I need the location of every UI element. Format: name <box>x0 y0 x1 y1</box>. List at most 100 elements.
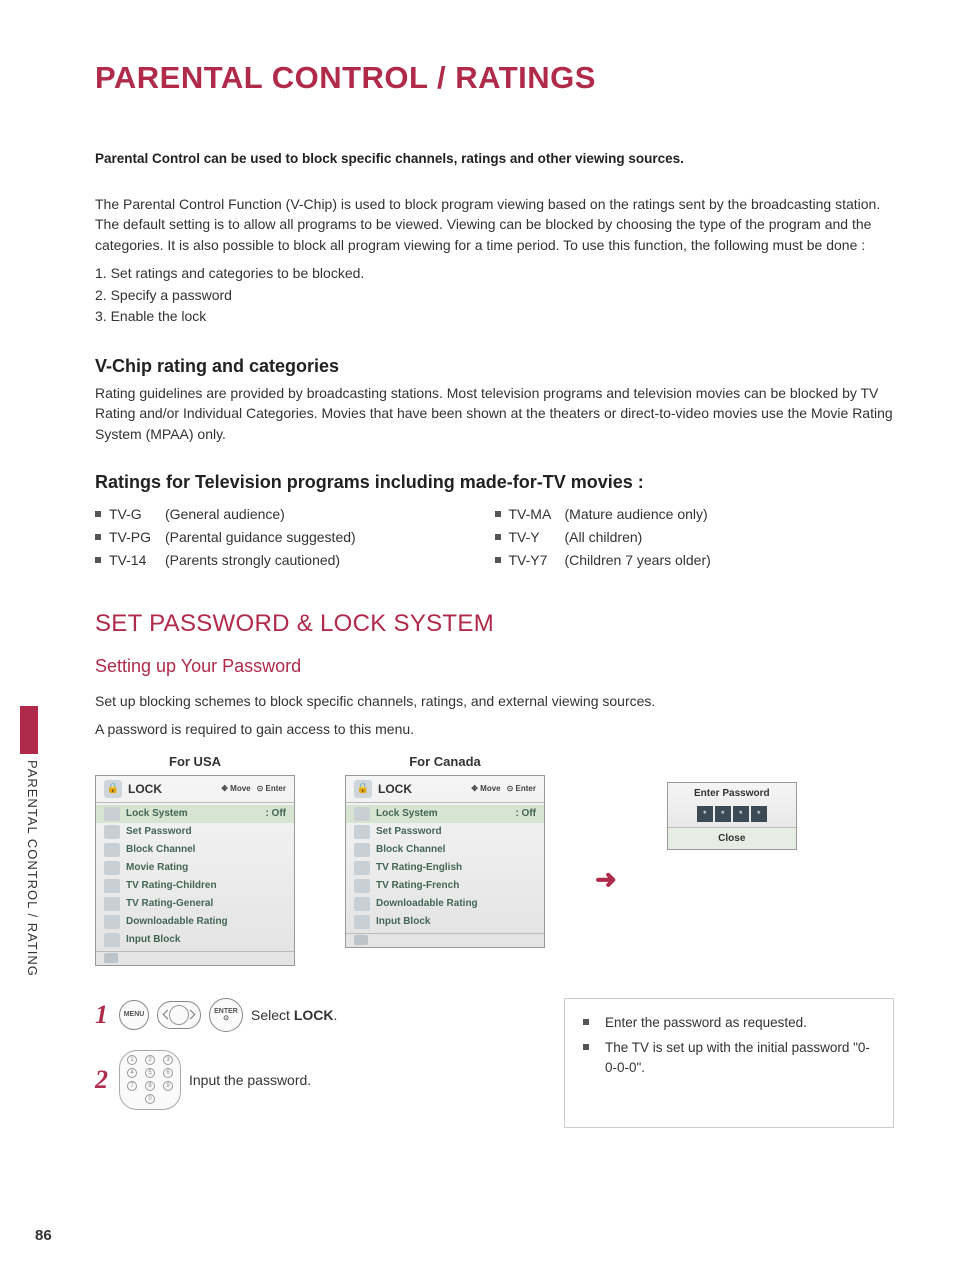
menu-item-label: TV Rating-French <box>376 880 459 891</box>
menu-item-label: Downloadable Rating <box>376 898 478 909</box>
rating-item: TV-14(Parents strongly cautioned) <box>95 549 495 572</box>
setting-up-password-heading: Setting up Your Password <box>95 656 894 677</box>
menu-item-value: : Off <box>515 808 536 819</box>
set-pw-para2: A password is required to gain access to… <box>95 719 894 739</box>
menu-item-value: : Off <box>265 808 286 819</box>
panel-menu-item[interactable]: Movie Rating <box>96 859 294 877</box>
menu-item-icon <box>354 879 370 893</box>
enter-button-icon: ENTER⊙ <box>209 998 243 1032</box>
intro-bold: Parental Control can be used to block sp… <box>95 151 894 166</box>
password-fields: * * * * <box>668 804 796 827</box>
step-item: 1. Set ratings and categories to be bloc… <box>95 263 894 285</box>
page-title: PARENTAL CONTROL / RATINGS <box>95 60 894 96</box>
menu-item-label: TV Rating-General <box>126 898 213 909</box>
step-number: 2 <box>95 1065 111 1095</box>
menu-item-label: Movie Rating <box>126 862 188 873</box>
menu-item-icon <box>354 843 370 857</box>
panel-menu-item[interactable]: Lock System : Off <box>346 805 544 823</box>
menu-item-icon <box>104 933 120 947</box>
panel-nav: ✥ Move ⊙ Enter <box>221 784 286 793</box>
menu-item-label: Input Block <box>126 934 180 945</box>
panel-menu-item[interactable]: Lock System : Off <box>96 805 294 823</box>
menu-item-icon <box>354 825 370 839</box>
panel-menu-item[interactable]: Downloadable Rating <box>96 913 294 931</box>
password-box: Enter Password * * * * Close <box>667 782 797 850</box>
panel-menu-item[interactable]: Input Block <box>96 931 294 949</box>
arrow-icon: ➜ <box>595 864 617 895</box>
menu-item-label: Lock System <box>126 808 188 819</box>
panel-usa-wrap: For USA 🔒 LOCK ✥ Move ⊙ Enter Lock Syste… <box>95 754 295 966</box>
step-1: 1 MENU ENTER⊙ Select LOCK. <box>95 998 514 1032</box>
menu-item-icon <box>104 825 120 839</box>
panel-menu-item[interactable]: TV Rating-Children <box>96 877 294 895</box>
password-digit[interactable]: * <box>733 806 749 822</box>
menu-item-label: TV Rating-Children <box>126 880 217 891</box>
panel-menu-item[interactable]: Downloadable Rating <box>346 895 544 913</box>
step-2-text: Input the password. <box>189 1072 311 1088</box>
menu-item-label: Lock System <box>376 808 438 819</box>
menu-item-icon <box>354 861 370 875</box>
password-digit[interactable]: * <box>697 806 713 822</box>
menu-item-icon <box>354 915 370 929</box>
side-accent-mark <box>20 706 38 754</box>
instruction-steps-area: 1 MENU ENTER⊙ Select LOCK. 2 123 456 789… <box>95 998 894 1128</box>
menu-item-label: Set Password <box>376 826 442 837</box>
intro-steps: 1. Set ratings and categories to be bloc… <box>95 263 894 328</box>
lock-icon: 🔒 <box>104 780 122 798</box>
set-pw-para1: Set up blocking schemes to block specifi… <box>95 691 894 711</box>
panel-foot-icon <box>354 935 368 945</box>
password-digit[interactable]: * <box>715 806 731 822</box>
menu-item-icon <box>354 807 370 821</box>
panel-usa-title: LOCK <box>128 782 162 796</box>
menu-item-icon <box>104 807 120 821</box>
panel-usa-caption: For USA <box>95 754 295 769</box>
note-item: The TV is set up with the initial passwo… <box>583 1038 879 1077</box>
password-box-title: Enter Password <box>668 783 796 804</box>
panel-menu-item[interactable]: Input Block <box>346 913 544 931</box>
ratings-col-left: TV-G(General audience) TV-PG(Parental gu… <box>95 503 495 572</box>
step-item: 3. Enable the lock <box>95 306 894 328</box>
menu-item-label: Downloadable Rating <box>126 916 228 927</box>
lock-panels-row: For USA 🔒 LOCK ✥ Move ⊙ Enter Lock Syste… <box>95 754 894 966</box>
menu-item-icon <box>354 897 370 911</box>
password-close-button[interactable]: Close <box>668 827 796 849</box>
menu-item-icon <box>104 915 120 929</box>
rating-item: TV-PG(Parental guidance suggested) <box>95 526 495 549</box>
panel-menu-item[interactable]: TV Rating-General <box>96 895 294 913</box>
menu-item-label: Input Block <box>376 916 430 927</box>
menu-item-icon <box>104 879 120 893</box>
rating-item: TV-G(General audience) <box>95 503 495 526</box>
panel-menu-item[interactable]: TV Rating-English <box>346 859 544 877</box>
rating-item: TV-MA(Mature audience only) <box>495 503 895 526</box>
ratings-columns: TV-G(General audience) TV-PG(Parental gu… <box>95 503 894 572</box>
side-section-label: PARENTAL CONTROL / RATING <box>25 760 40 977</box>
panel-menu-item[interactable]: TV Rating-French <box>346 877 544 895</box>
password-digit[interactable]: * <box>751 806 767 822</box>
panel-usa: 🔒 LOCK ✥ Move ⊙ Enter Lock System : Off Se… <box>95 775 295 966</box>
rating-item: TV-Y7(Children 7 years older) <box>495 549 895 572</box>
panel-menu-item[interactable]: Block Channel <box>346 841 544 859</box>
notes-box: Enter the password as requested. The TV … <box>564 998 894 1128</box>
menu-item-label: TV Rating-English <box>376 862 462 873</box>
nav-pad-icon <box>157 1001 201 1029</box>
step-number: 1 <box>95 1000 111 1030</box>
panel-menu-item[interactable]: Set Password <box>346 823 544 841</box>
ratings-heading: Ratings for Television programs includin… <box>95 472 894 493</box>
menu-item-label: Set Password <box>126 826 192 837</box>
panel-nav: ✥ Move ⊙ Enter <box>471 784 536 793</box>
step-item: 2. Specify a password <box>95 285 894 307</box>
page-number: 86 <box>35 1227 52 1244</box>
panel-canada-wrap: For Canada 🔒 LOCK ✥ Move ⊙ Enter Lock Sy… <box>345 754 545 948</box>
panel-canada-caption: For Canada <box>345 754 545 769</box>
menu-button-icon: MENU <box>119 1000 149 1030</box>
vchip-paragraph: Rating guidelines are provided by broadc… <box>95 383 894 444</box>
panel-menu-item[interactable]: Set Password <box>96 823 294 841</box>
lock-icon: 🔒 <box>354 780 372 798</box>
menu-item-icon <box>104 897 120 911</box>
numpad-icon: 123 456 789 0 <box>119 1050 181 1110</box>
panel-foot-icon <box>104 953 118 963</box>
menu-item-icon <box>104 843 120 857</box>
set-password-title: SET PASSWORD & LOCK SYSTEM <box>95 610 894 638</box>
panel-menu-item[interactable]: Block Channel <box>96 841 294 859</box>
step-1-text: Select LOCK. <box>251 1007 337 1023</box>
